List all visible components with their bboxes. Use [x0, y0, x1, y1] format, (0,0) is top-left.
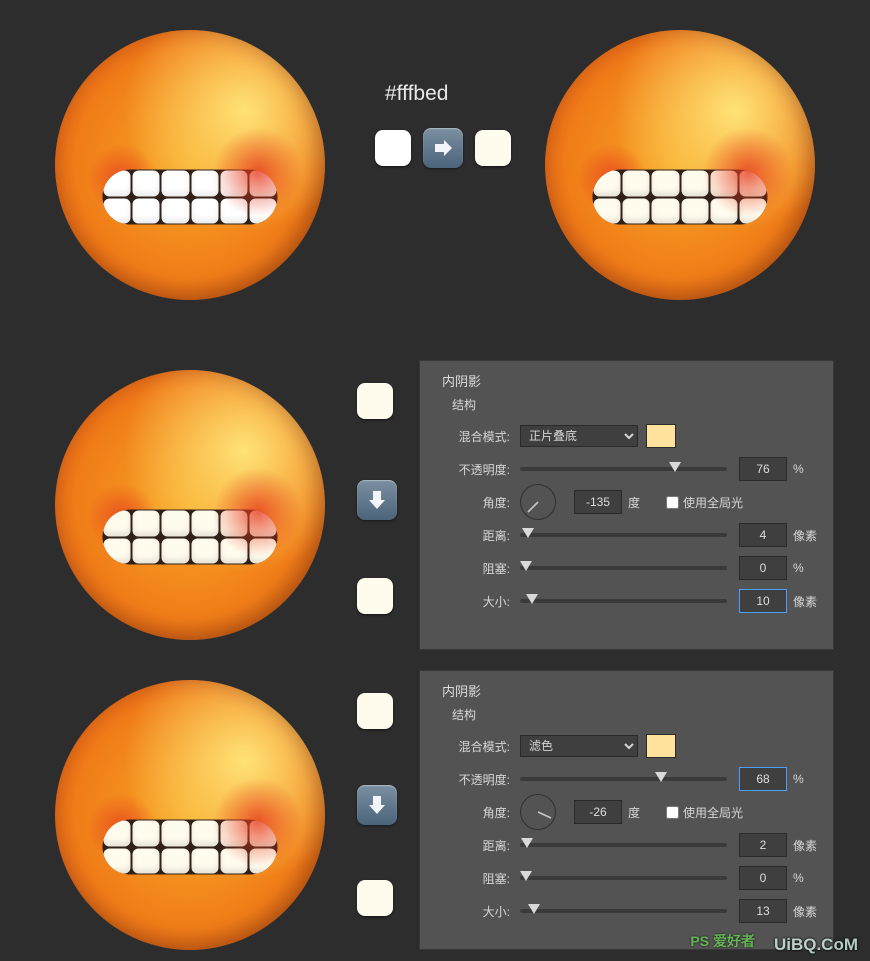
- angle-label: 角度:: [442, 494, 510, 511]
- emoji-face-original: [55, 30, 325, 300]
- angle-value[interactable]: [574, 490, 622, 514]
- panel-subtitle: 结构: [452, 396, 821, 413]
- opacity-value[interactable]: [739, 767, 787, 791]
- angle-label: 角度:: [442, 804, 510, 821]
- spread-value[interactable]: [739, 556, 787, 580]
- spread-label: 阻塞:: [442, 870, 510, 887]
- distance-value[interactable]: [739, 523, 787, 547]
- size-unit: 像素: [793, 593, 821, 610]
- shadow-color-chip[interactable]: [646, 424, 676, 448]
- use-global-light-label: 使用全局光: [683, 804, 743, 821]
- teeth: [103, 820, 278, 875]
- spread-value[interactable]: [739, 866, 787, 890]
- size-slider[interactable]: [520, 599, 727, 603]
- size-unit: 像素: [793, 903, 821, 920]
- distance-label: 距离:: [442, 527, 510, 544]
- spread-slider[interactable]: [520, 566, 727, 570]
- angle-unit: 度: [628, 804, 656, 821]
- distance-value[interactable]: [739, 833, 787, 857]
- spread-unit: %: [793, 561, 821, 575]
- blend-mode-label: 混合模式:: [442, 738, 510, 755]
- distance-unit: 像素: [793, 837, 821, 854]
- swatch-cream: [357, 880, 393, 916]
- size-label: 大小:: [442, 593, 510, 610]
- angle-value[interactable]: [574, 800, 622, 824]
- inner-shadow-panel-1: 内阴影 结构 混合模式: 正片叠底 不透明度: % 角度: 度 使用全局光 距离…: [419, 360, 834, 650]
- swatch-cream: [357, 578, 393, 614]
- swatch-cream: [475, 130, 511, 166]
- distance-unit: 像素: [793, 527, 821, 544]
- emoji-face-step2: [55, 370, 325, 640]
- angle-dial[interactable]: [520, 794, 556, 830]
- panel-title: 内阴影: [442, 371, 821, 390]
- size-value[interactable]: [739, 589, 787, 613]
- watermark-site: UiBQ.CoM: [774, 935, 858, 955]
- angle-dial-icon: [521, 795, 555, 829]
- arrow-right-button[interactable]: [423, 128, 463, 168]
- spread-slider[interactable]: [520, 876, 727, 880]
- opacity-unit: %: [793, 772, 821, 786]
- distance-slider[interactable]: [520, 533, 727, 537]
- distance-slider[interactable]: [520, 843, 727, 847]
- emoji-face-tinted: [545, 30, 815, 300]
- swatch-cream: [357, 693, 393, 729]
- opacity-slider[interactable]: [520, 467, 727, 471]
- use-global-light-checkbox[interactable]: [666, 496, 679, 509]
- distance-label: 距离:: [442, 837, 510, 854]
- swatch-white: [375, 130, 411, 166]
- arrow-down-button[interactable]: [357, 480, 397, 520]
- size-slider[interactable]: [520, 909, 727, 913]
- blend-mode-label: 混合模式:: [442, 428, 510, 445]
- inner-shadow-panel-2: 内阴影 结构 混合模式: 滤色 不透明度: % 角度: 度 使用全局光 距离: …: [419, 670, 834, 950]
- arrow-down-icon: [366, 794, 388, 816]
- size-value[interactable]: [739, 899, 787, 923]
- use-global-light-label: 使用全局光: [683, 494, 743, 511]
- size-label: 大小:: [442, 903, 510, 920]
- teeth: [593, 170, 768, 225]
- opacity-label: 不透明度:: [442, 461, 510, 478]
- swatch-cream: [357, 383, 393, 419]
- blend-mode-select[interactable]: 滤色: [520, 735, 638, 757]
- use-global-light-checkbox[interactable]: [666, 806, 679, 819]
- opacity-value[interactable]: [739, 457, 787, 481]
- spread-label: 阻塞:: [442, 560, 510, 577]
- spread-unit: %: [793, 871, 821, 885]
- arrow-down-icon: [366, 489, 388, 511]
- arrow-right-icon: [432, 137, 454, 159]
- teeth: [103, 510, 278, 565]
- panel-title: 内阴影: [442, 681, 821, 700]
- opacity-slider[interactable]: [520, 777, 727, 781]
- shadow-color-chip[interactable]: [646, 734, 676, 758]
- angle-dial-icon: [521, 485, 555, 519]
- color-hex-label: #fffbed: [385, 82, 448, 106]
- teeth: [103, 170, 278, 225]
- opacity-label: 不透明度:: [442, 771, 510, 788]
- watermark-ps: PS 爱好者: [690, 931, 755, 951]
- panel-subtitle: 结构: [452, 706, 821, 723]
- blend-mode-select[interactable]: 正片叠底: [520, 425, 638, 447]
- angle-dial[interactable]: [520, 484, 556, 520]
- opacity-unit: %: [793, 462, 821, 476]
- angle-unit: 度: [628, 494, 656, 511]
- arrow-down-button[interactable]: [357, 785, 397, 825]
- emoji-face-step3: [55, 680, 325, 950]
